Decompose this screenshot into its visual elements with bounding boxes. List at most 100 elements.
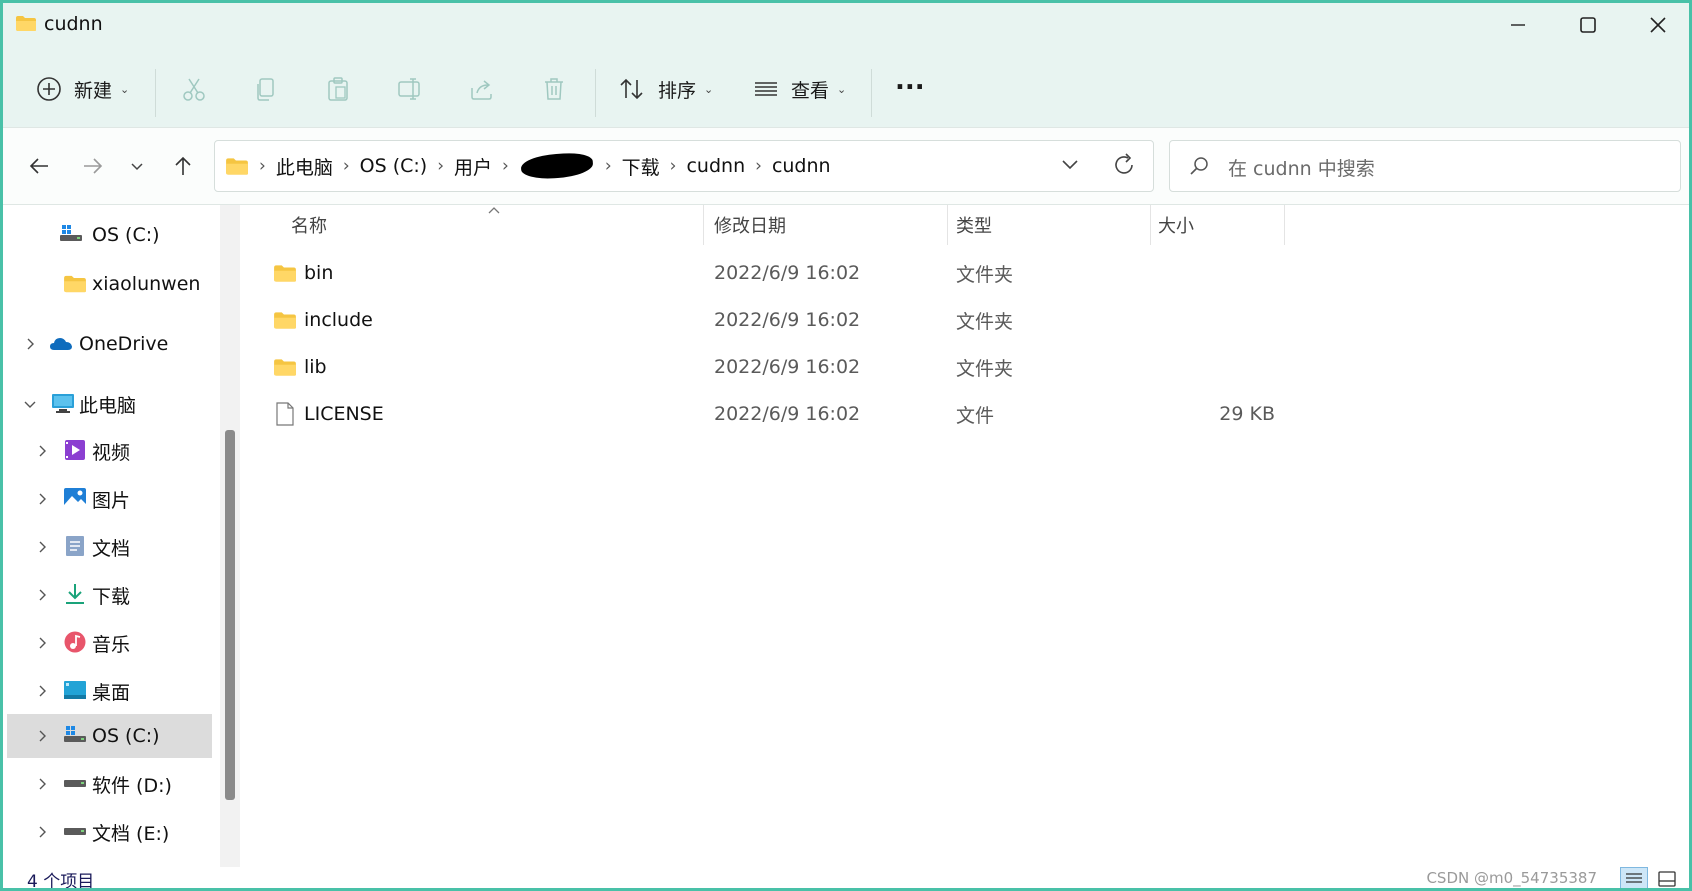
column-header-label: 类型 (956, 216, 992, 237)
add-circle-icon (37, 77, 61, 101)
list-view-icon (755, 82, 777, 96)
scrollbar-thumb[interactable] (225, 430, 235, 800)
sidebar-item-desktop[interactable]: 桌面 (7, 669, 212, 713)
table-row[interactable]: bin 2022/6/9 16:02 文件夹 (243, 251, 1283, 295)
search-icon (1190, 157, 1208, 175)
recent-locations-button[interactable] (119, 148, 155, 184)
chevron-right-icon[interactable] (35, 588, 49, 602)
table-row[interactable]: include 2022/6/9 16:02 文件夹 (243, 298, 1283, 342)
copy-button[interactable] (253, 69, 279, 109)
chevron-down-icon: ⌄ (837, 82, 847, 96)
crumb-cudnn-current[interactable]: cudnn (772, 155, 831, 177)
rename-button[interactable] (397, 69, 425, 109)
crumb-os-c[interactable]: OS (C:) (360, 155, 428, 177)
minimize-button[interactable] (1483, 3, 1553, 47)
view-label: 查看 (791, 79, 830, 102)
file-name: bin (304, 262, 334, 284)
crumb-users[interactable]: 用户 (454, 153, 492, 180)
chevron-down-icon[interactable] (1059, 153, 1081, 175)
search-input[interactable]: 在 cudnn 中搜索 (1169, 140, 1681, 192)
column-divider[interactable] (703, 205, 704, 245)
new-button[interactable]: 新建 ⌄ (36, 69, 129, 109)
folder-icon (226, 157, 248, 175)
navigation-pane: OS (C:) xiaolunwen OneDrive 此电脑 视频 图片 文档… (3, 205, 218, 867)
chevron-right-icon[interactable] (35, 540, 49, 554)
sidebar-item-downloads[interactable]: 下载 (7, 573, 212, 617)
sidebar-item-os-c[interactable]: OS (C:) (7, 213, 212, 257)
toolbar-divider (595, 69, 596, 117)
details-view-button[interactable] (1620, 867, 1648, 888)
close-button[interactable] (1623, 3, 1689, 47)
table-row[interactable]: lib 2022/6/9 16:02 文件夹 (243, 345, 1283, 389)
desktop-icon (64, 681, 86, 699)
computer-icon (52, 394, 74, 413)
chevron-right-icon[interactable] (35, 825, 49, 839)
column-divider[interactable] (1150, 205, 1151, 245)
sidebar-scrollbar[interactable] (220, 205, 240, 867)
chevron-right-icon[interactable] (35, 684, 49, 698)
sidebar-item-label: 视频 (92, 441, 131, 464)
column-divider[interactable] (1284, 205, 1285, 245)
table-row[interactable]: LICENSE 2022/6/9 16:02 文件 29 KB (243, 392, 1283, 436)
cut-button[interactable] (181, 69, 207, 109)
chevron-right-icon[interactable] (35, 444, 49, 458)
new-label: 新建 (74, 79, 113, 102)
breadcrumb: › 此电脑 › OS (C:) › 用户 › › 下载 › cudnn › cu… (225, 141, 831, 191)
file-icon (276, 402, 294, 426)
sidebar-item-xiaolunwen[interactable]: xiaolunwen (7, 262, 212, 306)
column-divider[interactable] (947, 205, 948, 245)
up-button[interactable] (165, 148, 201, 184)
refresh-icon[interactable] (1111, 152, 1137, 178)
sidebar-item-pictures[interactable]: 图片 (7, 477, 212, 521)
sidebar-item-label: 文档 (92, 537, 131, 560)
file-name: include (304, 309, 373, 331)
column-header-size[interactable]: 大小 (1158, 205, 1194, 245)
share-button[interactable] (469, 69, 495, 109)
sidebar-item-music[interactable]: 音乐 (7, 621, 212, 665)
chevron-right-icon[interactable] (23, 337, 37, 351)
trash-icon (545, 78, 563, 100)
column-header-label: 大小 (1158, 216, 1194, 237)
chevron-down-icon: ⌄ (704, 82, 714, 96)
sidebar-item-this-pc[interactable]: 此电脑 (7, 382, 212, 426)
chevron-right-icon: › (259, 156, 266, 176)
column-header-date[interactable]: 修改日期 (714, 205, 786, 245)
forward-button[interactable] (75, 148, 111, 184)
chevron-right-icon[interactable] (35, 636, 49, 650)
chevron-down-icon[interactable] (23, 397, 37, 411)
sort-ascending-icon (488, 207, 500, 214)
column-header-name[interactable]: 名称 (291, 205, 327, 245)
more-icon: ... (895, 66, 925, 96)
sidebar-item-videos[interactable]: 视频 (7, 429, 212, 473)
view-button[interactable]: 查看 ⌄ (753, 69, 846, 109)
folder-icon (274, 312, 296, 329)
crumb-cudnn[interactable]: cudnn (686, 155, 745, 177)
sidebar-item-drive-d[interactable]: 软件 (D:) (7, 762, 212, 806)
thumbnail-view-button[interactable] (1653, 867, 1681, 888)
sidebar-item-documents[interactable]: 文档 (7, 525, 212, 569)
sidebar-item-label: 下载 (92, 585, 131, 608)
sidebar-item-os-c-selected[interactable]: OS (C:) (7, 714, 212, 758)
back-button[interactable] (21, 148, 57, 184)
delete-button[interactable] (541, 69, 567, 109)
file-type: 文件夹 (956, 310, 1014, 333)
maximize-button[interactable] (1553, 3, 1623, 47)
chevron-right-icon[interactable] (35, 777, 49, 791)
column-header-type[interactable]: 类型 (956, 205, 992, 245)
address-bar[interactable]: › 此电脑 › OS (C:) › 用户 › › 下载 › cudnn › cu… (214, 140, 1154, 192)
paste-icon (328, 77, 348, 101)
chevron-right-icon[interactable] (35, 729, 49, 743)
sidebar-item-drive-e[interactable]: 文档 (E:) (7, 810, 212, 854)
folder-icon (16, 16, 36, 31)
sidebar-item-label: 此电脑 (79, 394, 137, 417)
sort-button[interactable]: 排序 ⌄ (618, 69, 713, 109)
paste-button[interactable] (325, 69, 351, 109)
chevron-right-icon[interactable] (35, 492, 49, 506)
more-options-button[interactable]: ... (895, 61, 925, 101)
crumb-downloads[interactable]: 下载 (622, 153, 660, 180)
file-list: 名称 修改日期 类型 大小 bin 2022/6/9 16:02 文件夹 inc… (243, 205, 1689, 867)
sidebar-item-onedrive[interactable]: OneDrive (7, 322, 212, 366)
crumb-this-pc[interactable]: 此电脑 (276, 153, 333, 180)
file-type: 文件夹 (956, 357, 1014, 380)
chevron-right-icon: › (755, 156, 762, 176)
